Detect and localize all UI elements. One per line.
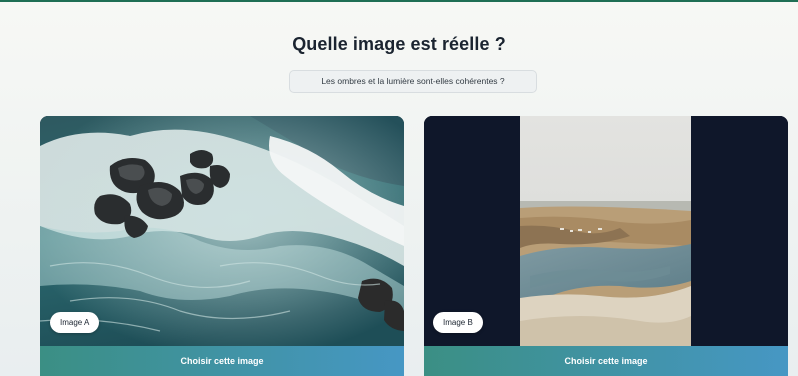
image-card-a[interactable]: Image A Choisir cette image	[40, 116, 404, 376]
top-accent-line	[0, 0, 798, 2]
page-title: Quelle image est réelle ?	[292, 34, 506, 54]
choose-image-a-button[interactable]: Choisir cette image	[40, 346, 404, 376]
image-a-badge: Image A	[50, 312, 100, 333]
choose-image-b-button[interactable]: Choisir cette image	[424, 346, 788, 376]
image-b-photo	[424, 116, 788, 346]
image-b-badge: Image B	[433, 312, 483, 333]
image-card-b[interactable]: Image B Choisir cette image	[424, 116, 788, 376]
image-a-photo	[40, 116, 404, 346]
hint-badge: Les ombres et la lumière sont-elles cohé…	[289, 70, 537, 93]
